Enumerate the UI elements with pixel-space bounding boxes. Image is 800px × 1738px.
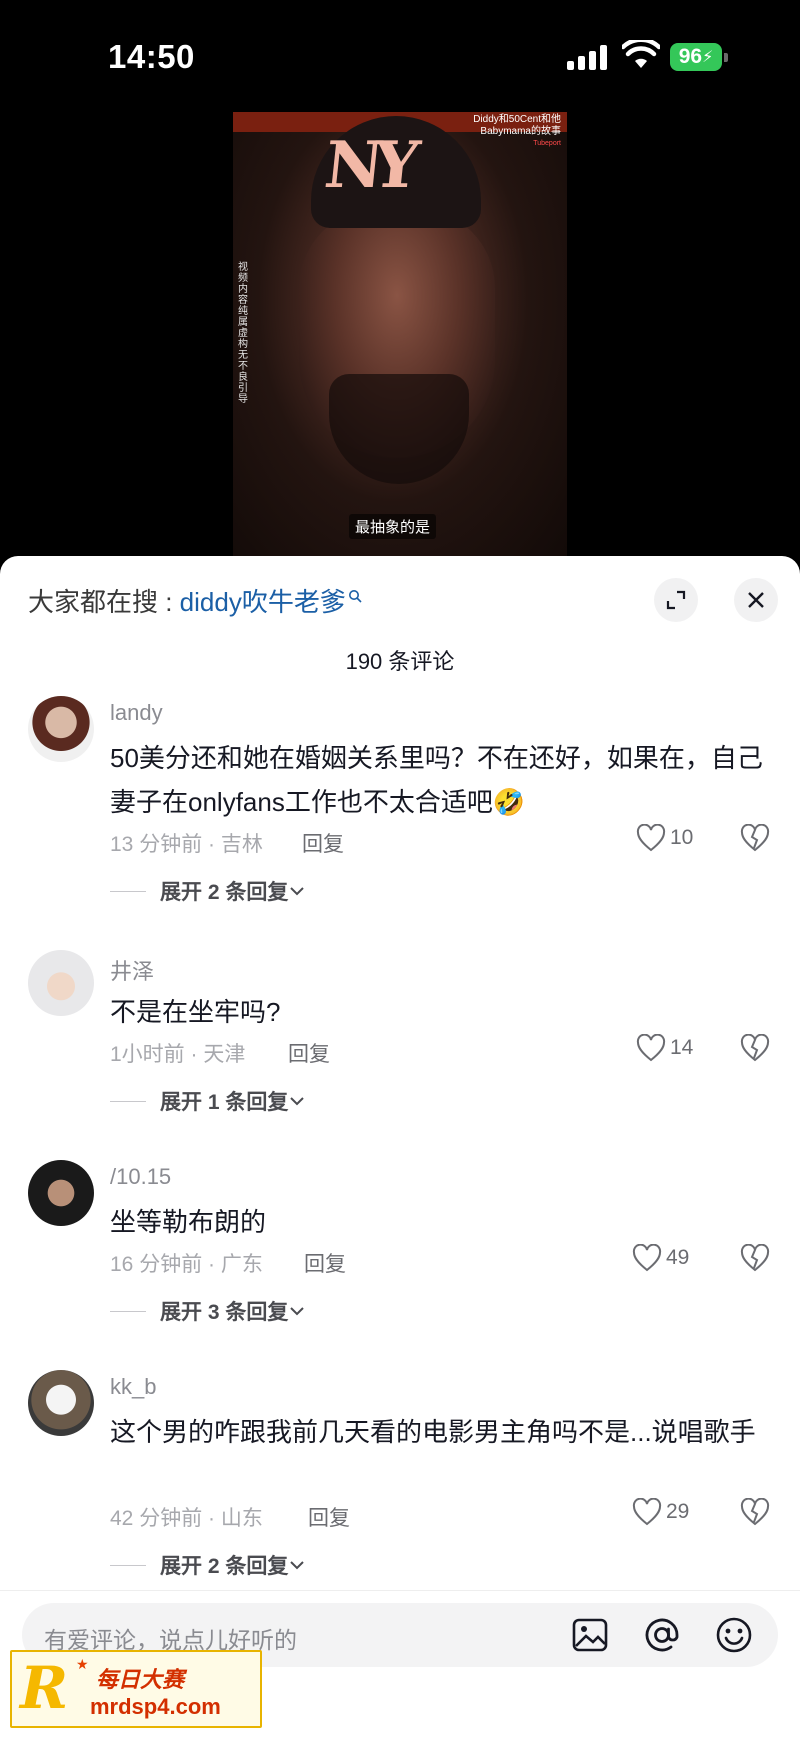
divider-line	[110, 1310, 146, 1312]
like-count: 14	[670, 1036, 694, 1059]
comment-sheet: 大家都在搜 : diddy吹牛老爹 190 条评论 landy 50美分还和她在…	[0, 556, 800, 1738]
star-icon: ★	[76, 1656, 89, 1672]
heart-icon	[632, 1498, 662, 1526]
comment-username[interactable]: kk_b	[110, 1374, 156, 1400]
dislike-icon[interactable]	[740, 1034, 770, 1062]
watermark-logo: R ★ 每日大赛 mrdsp4.com	[10, 1650, 262, 1728]
like-button[interactable]: 49	[632, 1244, 689, 1272]
comment-text: 50美分还和她在婚姻关系里吗？不在还好，如果在，自己妻子在onlyfans工作也…	[110, 743, 763, 817]
like-button[interactable]: 14	[636, 1034, 693, 1062]
dislike-icon[interactable]	[740, 1498, 770, 1526]
battery-level: 96	[678, 45, 703, 68]
comment-username[interactable]: landy	[110, 700, 163, 726]
chevron-down-icon	[290, 887, 305, 896]
video-notice: 视频内容纯属虚构 无不良引导	[238, 262, 248, 405]
expand-replies-label: 展开 2 条回复	[160, 881, 289, 904]
battery-indicator: 96 ⚡	[670, 43, 722, 71]
divider-line	[110, 1100, 146, 1102]
expand-replies-label: 展开 2 条回复	[160, 1555, 289, 1578]
divider-line	[110, 1564, 146, 1566]
like-count: 10	[670, 826, 694, 849]
watermark-url: mrdsp4.com	[90, 1694, 221, 1719]
trending-search-term[interactable]: diddy吹牛老爹	[180, 587, 346, 617]
close-button[interactable]	[734, 578, 778, 622]
video-caption-line-1: Diddy和50Cent和他	[473, 114, 561, 125]
comment-text: 不是在坐牢吗?	[110, 997, 281, 1027]
video-subtitle: 最抽象的是	[349, 514, 437, 539]
reply-button[interactable]: 回复	[304, 1248, 346, 1278]
chevron-down-icon	[290, 1561, 305, 1570]
video-caption-line-2: Babymama的故事	[480, 126, 561, 137]
avatar[interactable]	[28, 950, 94, 1016]
comment-item: kk_b 这个男的咋跟我前几天看的电影男主角吗不是...说唱歌手 42 分钟前 …	[0, 1370, 800, 1570]
wifi-icon	[622, 40, 660, 68]
dislike-icon[interactable]	[740, 1244, 770, 1272]
expand-replies-button[interactable]: 展开 1 条回复	[110, 1086, 306, 1116]
comment-text: 坐等勒布朗的	[110, 1207, 267, 1237]
watermark-letter: R	[20, 1654, 69, 1722]
avatar[interactable]	[28, 1370, 94, 1436]
chevron-down-icon	[290, 1307, 305, 1316]
video-logo: Tubeport	[533, 140, 561, 147]
video-person-beard	[329, 374, 469, 484]
comment-meta: 42 分钟前 · 山东	[110, 1507, 263, 1530]
reply-button[interactable]: 回复	[302, 828, 344, 858]
like-button[interactable]: 29	[632, 1498, 689, 1526]
comment-meta: 1小时前 · 天津	[110, 1043, 246, 1066]
search-icon	[348, 590, 362, 603]
expand-replies-label: 展开 1 条回复	[160, 1091, 289, 1114]
chevron-down-icon	[290, 1097, 305, 1106]
like-button[interactable]: 10	[636, 824, 693, 852]
signal-icon	[567, 44, 609, 70]
avatar[interactable]	[28, 1160, 94, 1226]
comment-username[interactable]: /10.15	[110, 1164, 171, 1190]
mention-icon[interactable]	[642, 1615, 682, 1655]
divider-line	[110, 890, 146, 892]
expand-replies-button[interactable]: 展开 3 条回复	[110, 1296, 306, 1326]
watermark-cn: 每日大赛	[96, 1667, 185, 1692]
expand-replies-button[interactable]: 展开 2 条回复	[110, 876, 306, 906]
reply-button[interactable]: 回复	[288, 1038, 330, 1068]
status-bar: 14:50 96 ⚡	[0, 0, 800, 112]
comment-item: 井泽 不是在坐牢吗? 1小时前 · 天津 回复 14	[0, 950, 800, 1100]
heart-icon	[636, 1034, 666, 1062]
reply-button[interactable]: 回复	[308, 1502, 350, 1532]
comment-meta: 16 分钟前 · 广东	[110, 1253, 263, 1276]
expand-icon	[666, 590, 686, 610]
cap-logo: NY	[321, 128, 414, 203]
trending-search-label: 大家都在搜 :	[28, 587, 180, 617]
avatar[interactable]	[28, 696, 94, 762]
charging-icon: ⚡	[702, 49, 714, 66]
expand-replies-label: 展开 3 条回复	[160, 1301, 289, 1324]
expand-button[interactable]	[654, 578, 698, 622]
comment-item: /10.15 坐等勒布朗的 16 分钟前 · 广东 回复 49	[0, 1160, 800, 1310]
comment-text: 这个男的咋跟我前几天看的电影男主角吗不是...说唱歌手	[110, 1417, 756, 1447]
trending-search[interactable]: 大家都在搜 : diddy吹牛老爹	[28, 582, 362, 619]
status-time: 14:50	[108, 38, 195, 75]
like-count: 49	[666, 1246, 690, 1269]
heart-icon	[636, 824, 666, 852]
battery-tip	[724, 53, 728, 62]
dislike-icon[interactable]	[740, 824, 770, 852]
comment-meta: 13 分钟前 · 吉林	[110, 833, 263, 856]
expand-replies-button[interactable]: 展开 2 条回复	[110, 1550, 306, 1580]
heart-icon	[632, 1244, 662, 1272]
video-player[interactable]: Diddy和50Cent和他 Babymama的故事 Tubeport NY 视…	[233, 112, 567, 560]
close-icon	[748, 592, 764, 608]
comment-item: landy 50美分还和她在婚姻关系里吗？不在还好，如果在，自己妻子在onlyf…	[0, 696, 800, 876]
like-count: 29	[666, 1500, 690, 1523]
video-top-caption: Diddy和50Cent和他 Babymama的故事	[473, 114, 561, 138]
comment-count: 190 条评论	[345, 649, 455, 674]
emoji-icon[interactable]	[714, 1615, 754, 1655]
comment-username[interactable]: 井泽	[110, 954, 154, 986]
image-icon[interactable]	[570, 1615, 610, 1655]
